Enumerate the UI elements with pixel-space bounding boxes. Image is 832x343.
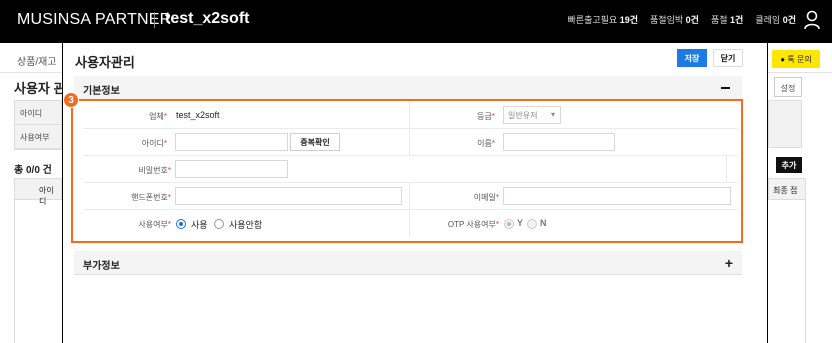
user-management-modal: 사용자관리 저장 닫기 기본정보 3 업체* test_x2soft 등급* 일… <box>62 43 768 343</box>
use-label: 사용여부* <box>138 220 171 229</box>
person-icon[interactable] <box>804 10 820 30</box>
column-divider <box>409 183 410 210</box>
form-row-use: 사용여부* 사용 사용안함 OTP 사용여부* Y N <box>83 210 738 237</box>
background-table-header: 아이디 <box>14 178 62 206</box>
stat-nearly-soldout[interactable]: 품절임박 0건 <box>650 13 699 26</box>
filter-label-use: 사용여부 <box>15 125 61 149</box>
status-summary: 빠른출고필요 19건 품절임박 0건 품절 1건 클레임 0건 <box>568 13 796 26</box>
annotation-badge: 3 <box>63 92 79 108</box>
brand-logo[interactable]: MUSINSA PARTNER <box>17 11 171 29</box>
use-no-radio[interactable] <box>214 219 224 229</box>
background-last-column-header: 최종 접 <box>768 178 806 200</box>
extra-info-section-header[interactable]: 부가정보 + <box>74 251 742 275</box>
otp-no-label[interactable]: N <box>540 218 547 228</box>
use-no-label[interactable]: 사용안함 <box>229 218 262 231</box>
row-end-divider <box>726 156 727 183</box>
email-input[interactable] <box>503 187 731 205</box>
basic-info-label: 기본정보 <box>83 86 120 97</box>
background-filter-labels: 아이디 사용여부 <box>14 100 62 150</box>
grade-label: 등급* <box>477 112 495 121</box>
use-yes-radio[interactable] <box>176 219 186 229</box>
phone-input[interactable] <box>175 187 402 205</box>
name-input[interactable] <box>503 133 615 151</box>
stat-fast-shipping[interactable]: 빠른출고필요 19건 <box>568 13 639 26</box>
otp-label: OTP 사용여부* <box>447 220 499 229</box>
background-table-border <box>805 178 806 343</box>
duplicate-check-button[interactable]: 중복확인 <box>290 133 340 151</box>
form-row-password: 비밀번호* <box>83 156 738 183</box>
form-row-id: 아이디* 중복확인 이름* <box>83 129 738 156</box>
collapse-minus-icon[interactable] <box>721 87 730 89</box>
chat-icon: ● <box>780 55 786 64</box>
id-label: 아이디* <box>141 139 167 148</box>
background-count: 총 0/0 건 <box>14 165 52 176</box>
background-page-title: 사용자 관 <box>14 81 66 96</box>
otp-yes-label[interactable]: Y <box>517 218 523 228</box>
otp-yes-radio[interactable] <box>504 219 514 229</box>
save-button[interactable]: 저장 <box>677 49 707 67</box>
otp-no-radio[interactable] <box>527 219 537 229</box>
email-label: 이메일* <box>473 193 499 202</box>
brand-divider <box>154 12 155 28</box>
store-name: test_x2soft <box>165 10 250 27</box>
filter-label-id: 아이디 <box>15 101 61 125</box>
chat-inquiry-button[interactable]: ● 톡 문의 <box>772 50 820 68</box>
basic-info-section-header[interactable]: 기본정보 <box>74 76 742 100</box>
expand-plus-icon[interactable]: + <box>725 256 733 270</box>
name-label: 이름* <box>477 139 495 148</box>
stat-claim[interactable]: 클레임 0건 <box>755 13 796 26</box>
form-row-phone: 핸드폰번호* 이메일* <box>83 183 738 210</box>
form-row-company: 업체* test_x2soft 등급* 일반유저 ▾ <box>83 102 738 129</box>
password-label: 비밀번호* <box>138 166 171 175</box>
phone-label: 핸드폰번호* <box>131 193 171 202</box>
tab-product-stock[interactable]: 상품/재고 <box>17 53 57 68</box>
stat-soldout[interactable]: 품절 1건 <box>711 13 743 26</box>
settings-button[interactable]: 설정 <box>774 77 802 97</box>
background-table <box>14 200 62 343</box>
chevron-down-icon: ▾ <box>550 110 555 119</box>
column-divider <box>409 210 410 237</box>
top-bar: MUSINSA PARTNER test_x2soft 빠른출고필요 19건 품… <box>0 0 832 43</box>
column-divider <box>409 129 410 156</box>
grade-select[interactable]: 일반유저 ▾ <box>503 106 561 124</box>
extra-info-label: 부가정보 <box>83 261 120 272</box>
background-filter-panel-right <box>768 100 802 148</box>
company-label: 업체* <box>149 112 167 121</box>
id-input[interactable] <box>175 133 288 151</box>
company-value: test_x2soft <box>176 110 220 120</box>
column-divider <box>409 102 410 129</box>
password-input[interactable] <box>175 160 288 178</box>
add-button[interactable]: 추가 <box>776 157 802 173</box>
use-yes-label[interactable]: 사용 <box>191 218 208 231</box>
modal-title: 사용자관리 <box>75 55 135 70</box>
close-button[interactable]: 닫기 <box>713 49 743 67</box>
